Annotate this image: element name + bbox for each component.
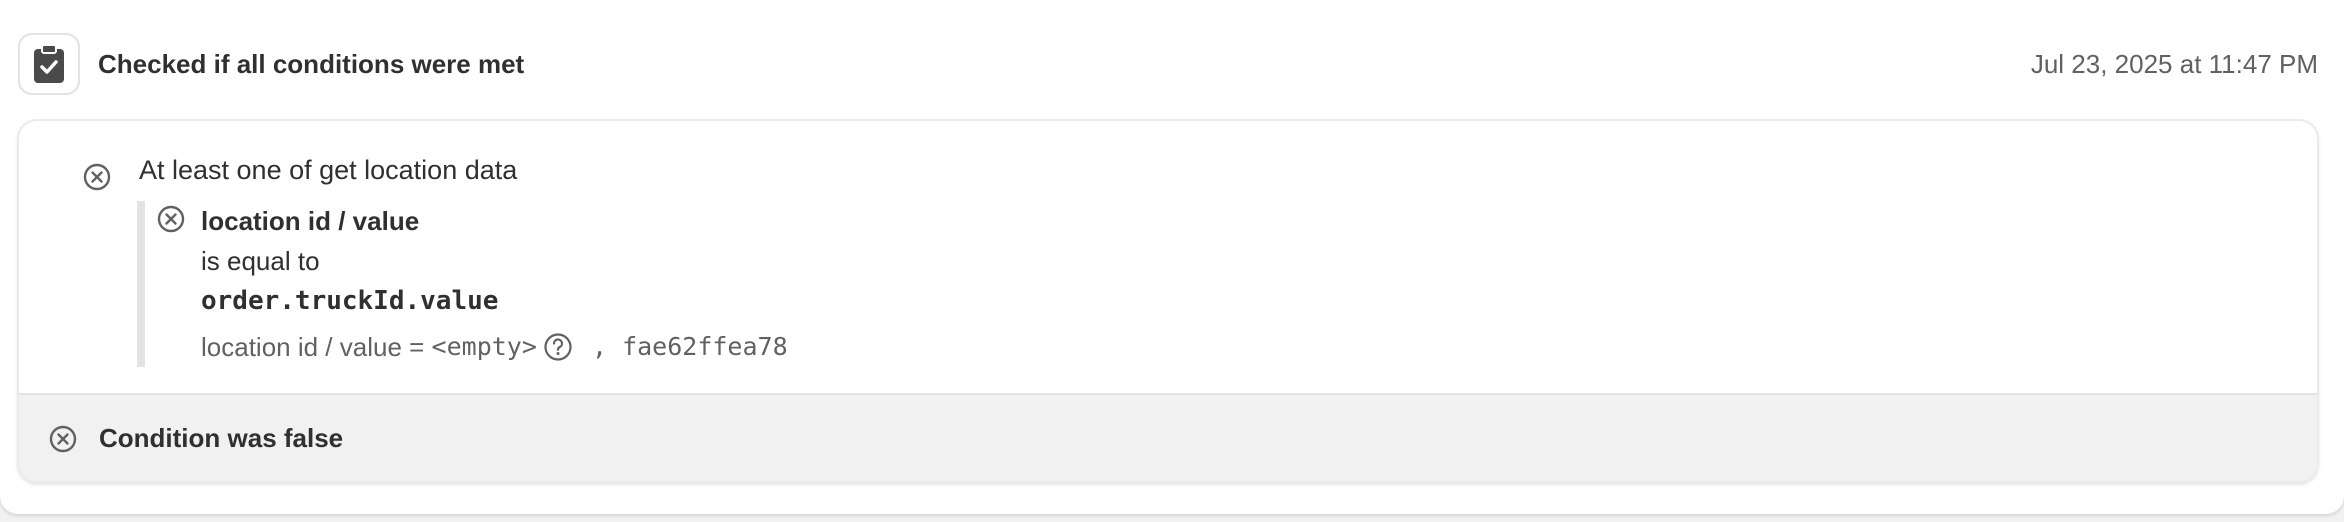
condition-operator: is equal to xyxy=(201,246,320,276)
condition-panel: At least one of get location data locati… xyxy=(17,119,2319,483)
x-circle-icon xyxy=(49,425,77,453)
event-timestamp: Jul 23, 2025 at 11:47 PM xyxy=(2030,48,2318,79)
condition-compare-value: order.truckId.value xyxy=(201,286,499,316)
event-header: Checked if all conditions were met Jul 2… xyxy=(18,32,2318,96)
clipboard-check-icon xyxy=(18,33,80,95)
event-title: Checked if all conditions were met xyxy=(98,48,525,79)
condition-field: location id / value xyxy=(201,206,420,236)
event-card: Checked if all conditions were met Jul 2… xyxy=(0,0,2344,514)
result-separator: , xyxy=(576,332,623,361)
condition-result: location id / value = <empty> , fae62ffe… xyxy=(201,327,788,367)
nested-condition: location id / value is equal to order.tr… xyxy=(137,201,1045,367)
condition-outcome: Condition was false xyxy=(99,423,344,453)
x-circle-icon xyxy=(83,163,111,191)
question-circle-icon[interactable] xyxy=(543,332,573,362)
condition-footer: Condition was false xyxy=(19,393,2317,481)
condition-group-title: At least one of get location data xyxy=(139,155,518,185)
nested-condition-details: location id / value is equal to order.tr… xyxy=(201,201,788,367)
x-circle-icon xyxy=(157,205,185,233)
result-empty-value: <empty> xyxy=(431,332,537,361)
result-prefix: location id / value = xyxy=(201,332,432,362)
result-value: fae62ffea78 xyxy=(622,332,788,361)
